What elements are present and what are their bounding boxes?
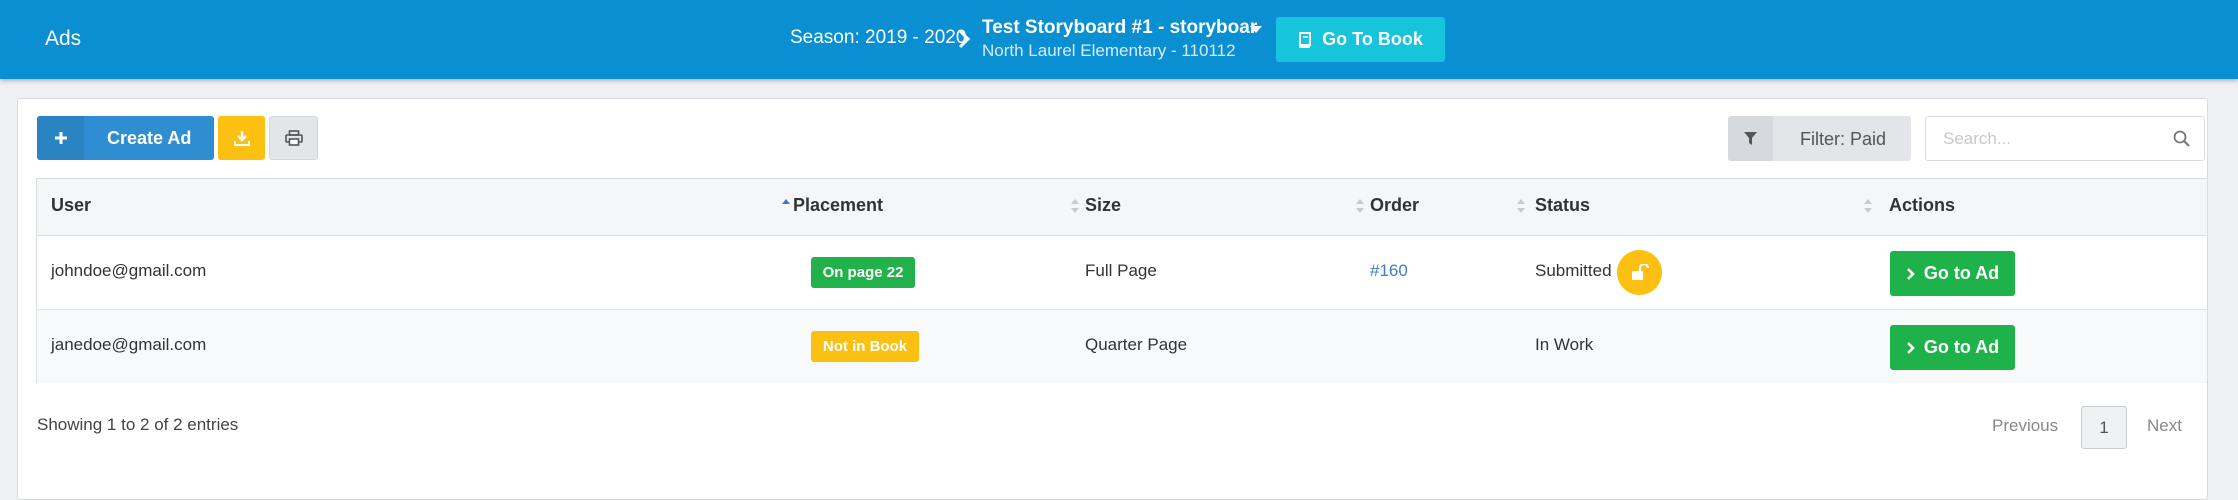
user-email: janedoe@gmail.com [51,335,207,354]
order-link[interactable]: #160 [1370,261,1408,281]
placement-badge: On page 22 [811,257,915,288]
book-icon [1299,31,1312,48]
entries-info: Showing 1 to 2 of 2 entries [37,415,239,434]
sort-asc-icon[interactable] [781,198,791,214]
season-selector[interactable]: Season: 2019 - 2020 [790,27,966,49]
go-to-ad-button[interactable]: Go to Ad [1890,325,2015,370]
top-bar: Ads Season: 2019 - 2020 Test Storyboard … [0,0,2238,79]
sort-icon[interactable] [1355,198,1365,214]
ads-card: Create Ad Filter: Paid User [17,98,2208,500]
ad-status: In Work [1535,335,1594,354]
filter-icon [1728,116,1773,161]
column-header-order[interactable]: Order [1370,195,1419,216]
school-name: North Laurel Elementary - 110112 [982,41,1236,60]
chevron-right-icon [1906,267,1915,280]
chevron-right-icon [958,29,970,49]
placement-badge: Not in Book [811,331,919,362]
plus-icon [37,116,84,160]
app-title: Ads [45,27,82,50]
table-header: User Placement Size Order Status Actions [37,179,2207,236]
search-box [1925,116,2205,161]
column-header-actions: Actions [1889,195,1956,215]
filter-paid-button[interactable]: Filter: Paid [1728,116,1911,161]
pagination-page-1[interactable]: 1 [2081,406,2127,449]
ad-size: Quarter Page [1085,335,1188,354]
sort-icon[interactable] [1516,198,1526,214]
sort-icon[interactable] [1070,198,1080,214]
column-header-user[interactable]: User [51,195,91,216]
download-button[interactable] [218,116,265,160]
ad-size: Full Page [1085,261,1157,280]
table-row: johndoe@gmail.com On page 22 Full Page #… [37,236,2207,310]
ads-table: User Placement Size Order Status Actions [36,178,2208,383]
go-to-book-button[interactable]: Go To Book [1276,17,1445,62]
unlock-icon[interactable] [1617,250,1662,295]
table-row: janedoe@gmail.com Not in Book Quarter Pa… [37,310,2207,383]
filter-label: Filter: Paid [1800,129,1887,149]
go-to-ad-label: Go to Ad [1923,263,2000,283]
book-selector[interactable]: Test Storyboard #1 - storyboar [982,17,1257,39]
chevron-right-icon [1906,341,1915,354]
user-email: johndoe@gmail.com [51,261,207,280]
go-to-book-label: Go To Book [1322,29,1423,49]
column-header-placement[interactable]: Placement [793,195,883,216]
sort-icon[interactable] [1863,198,1873,214]
search-input[interactable] [1926,117,2183,160]
column-header-size[interactable]: Size [1085,195,1121,216]
go-to-ad-button[interactable]: Go to Ad [1890,251,2015,296]
ad-status: Submitted [1535,261,1612,280]
pagination-next[interactable]: Next [2147,416,2182,436]
column-header-status[interactable]: Status [1535,195,1590,216]
pagination-previous[interactable]: Previous [1992,416,2058,436]
caret-down-icon[interactable] [1250,26,1262,33]
create-ad-button[interactable]: Create Ad [37,116,214,160]
download-icon [233,131,250,146]
create-ad-label: Create Ad [107,128,192,148]
search-icon[interactable] [2173,130,2190,147]
go-to-ad-label: Go to Ad [1923,337,2000,357]
print-icon [284,130,303,146]
print-button[interactable] [269,116,318,160]
